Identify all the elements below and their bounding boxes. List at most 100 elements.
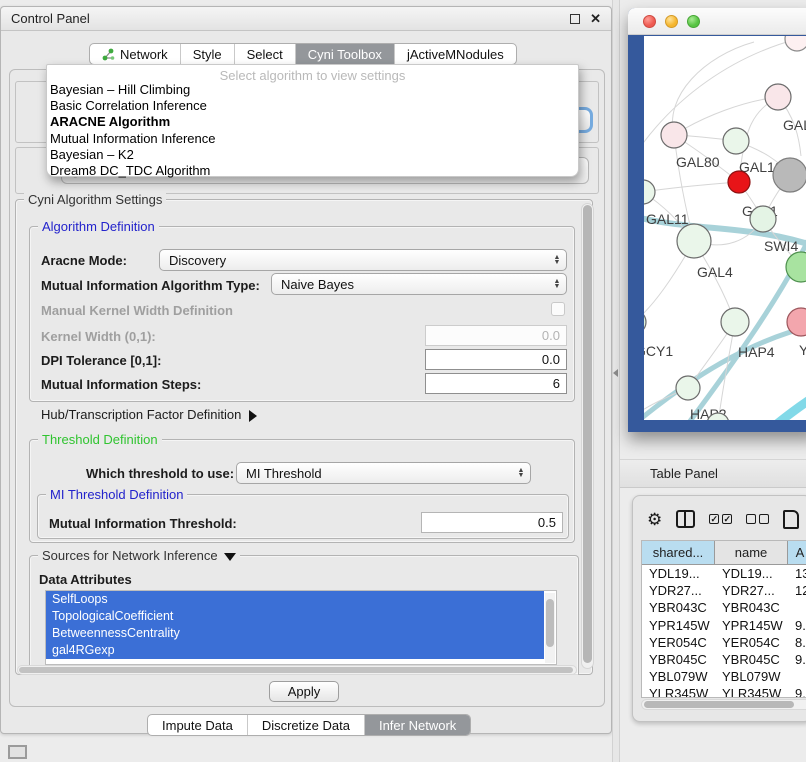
list-vertical-scrollbar[interactable] xyxy=(545,593,555,663)
attribute-item-betweennesscentrality[interactable]: BetweennessCentrality xyxy=(46,625,544,642)
columns-icon[interactable] xyxy=(676,510,695,528)
network-node-hap2[interactable] xyxy=(676,376,700,400)
sources-group-title[interactable]: Sources for Network Inference xyxy=(38,548,240,563)
attribute-item-selfloops[interactable]: SelfLoops xyxy=(46,591,544,608)
network-node-hap4[interactable] xyxy=(721,308,749,336)
combo-arrows-icon: ▲▼ xyxy=(550,279,566,289)
network-node-gal1[interactable] xyxy=(728,171,750,193)
mac-zoom-icon[interactable] xyxy=(687,15,700,28)
attribute-item-topologicalcoefficient[interactable]: TopologicalCoefficient xyxy=(46,608,544,625)
dropdown-placeholder: Select algorithm to view settings xyxy=(47,65,578,82)
manual-kernel-width-label: Manual Kernel Width Definition xyxy=(41,303,233,318)
subtab-impute-data[interactable]: Impute Data xyxy=(148,715,247,735)
gear-icon[interactable]: ⚙ xyxy=(647,511,662,528)
combo-arrows-icon: ▲▼ xyxy=(550,255,566,265)
kernel-width-field[interactable]: 0.0 xyxy=(425,325,567,346)
algorithm-definition-title: Algorithm Definition xyxy=(38,219,159,234)
table-toolbar: ⚙ ✓✓ xyxy=(639,504,806,534)
mac-close-icon[interactable] xyxy=(643,15,656,28)
network-node[interactable] xyxy=(785,36,806,51)
network-node-gal10[interactable] xyxy=(723,128,749,154)
minimized-panel-icon[interactable] xyxy=(8,745,27,759)
dropdown-item-mutual-information-inference[interactable]: Mutual Information Inference xyxy=(47,131,578,147)
tab-jactivemnodules[interactable]: jActiveMNodules xyxy=(394,44,516,64)
table-panel-title: Table Panel xyxy=(650,466,718,481)
node-label-gal11: GAL11 xyxy=(646,211,689,227)
table-row[interactable]: YPR145WYPR145W9. xyxy=(642,617,806,634)
control-panel-titlebar[interactable]: Control Panel ✕ xyxy=(1,7,611,31)
network-node-gal4[interactable] xyxy=(677,224,711,258)
dropdown-item-aracne-algorithm[interactable]: ARACNE Algorithm xyxy=(47,114,578,130)
tab-network[interactable]: Network xyxy=(90,44,180,64)
control-panel-window: Control Panel ✕ NetworkStyleSelectCyni T… xyxy=(0,6,612,734)
settings-group-title: Cyni Algorithm Settings xyxy=(24,192,166,207)
tab-cyni-toolbox[interactable]: Cyni Toolbox xyxy=(295,44,394,64)
window-title: Control Panel xyxy=(11,11,90,26)
mi-threshold-group-title: MI Threshold Definition xyxy=(46,487,187,502)
network-node[interactable] xyxy=(773,158,806,192)
subtab-discretize-data[interactable]: Discretize Data xyxy=(247,715,364,735)
dropdown-item-dream8-dc-tdc-algorithm[interactable]: Dream8 DC_TDC Algorithm xyxy=(47,163,578,179)
which-threshold-combo[interactable]: MI Threshold ▲▼ xyxy=(236,462,531,484)
network-canvas[interactable]: GAL2GAL80GAL10GAL1GAL11SWI4GAL4GCY1HAP4Y… xyxy=(644,36,806,420)
node-label-y: Y xyxy=(799,342,806,358)
data-attributes-list[interactable]: SelfLoopsTopologicalCoefficientBetweenne… xyxy=(45,590,557,665)
manual-kernel-width-checkbox[interactable] xyxy=(551,302,565,316)
divider-collapse-icon[interactable] xyxy=(613,369,618,377)
apply-button[interactable]: Apply xyxy=(269,681,339,702)
network-edge[interactable] xyxy=(674,97,778,135)
kernel-width-label: Kernel Width (0,1): xyxy=(41,329,156,344)
close-icon[interactable]: ✕ xyxy=(590,14,601,24)
table-row[interactable]: YBR043CYBR043C xyxy=(642,599,806,616)
dropdown-item-bayesian-hill-climbing[interactable]: Bayesian – Hill Climbing xyxy=(47,82,578,98)
settings-horizontal-scrollbar[interactable] xyxy=(17,665,577,675)
tab-style[interactable]: Style xyxy=(180,44,234,64)
column-header-shared[interactable]: shared... xyxy=(642,541,715,564)
table-panel-window: ⚙ ✓✓ shared...nameA YDL19...YDL19...13YD… xyxy=(632,495,806,722)
expand-right-icon xyxy=(249,410,257,422)
dpi-tolerance-field[interactable]: 0.0 xyxy=(425,349,567,370)
table-row[interactable]: YDR27...YDR27...12 xyxy=(642,582,806,599)
network-window-titlebar[interactable] xyxy=(628,8,806,35)
hub-definition-toggle[interactable]: Hub/Transcription Factor Definition xyxy=(41,407,257,422)
mi-threshold-field[interactable]: 0.5 xyxy=(421,512,563,533)
split-pane-divider[interactable] xyxy=(612,0,620,762)
network-edge[interactable] xyxy=(644,182,739,192)
table-row[interactable]: YLR345WYLR345W9. xyxy=(642,685,806,698)
network-icon xyxy=(102,48,115,61)
mi-algorithm-type-label: Mutual Information Algorithm Type: xyxy=(41,278,260,293)
select-all-columns-icon[interactable]: ✓✓ xyxy=(709,514,732,524)
network-graph: GAL2GAL80GAL10GAL1GAL11SWI4GAL4GCY1HAP4Y… xyxy=(644,36,806,420)
aracne-mode-combo[interactable]: Discovery ▲▼ xyxy=(159,249,567,271)
network-edge[interactable] xyxy=(762,392,806,420)
float-window-icon[interactable] xyxy=(570,14,580,24)
column-header-name[interactable]: name xyxy=(715,541,788,564)
mac-minimize-icon[interactable] xyxy=(665,15,678,28)
network-node-gal80[interactable] xyxy=(661,122,687,148)
table-row[interactable]: YBR045CYBR045C9. xyxy=(642,651,806,668)
mi-algorithm-type-combo[interactable]: Naive Bayes ▲▼ xyxy=(271,273,567,295)
network-edge[interactable] xyxy=(672,42,754,135)
unselect-all-columns-icon[interactable] xyxy=(746,514,769,524)
column-header-a[interactable]: A xyxy=(788,541,806,564)
table-row[interactable]: YBL079WYBL079W xyxy=(642,668,806,685)
subtab-infer-network[interactable]: Infer Network xyxy=(364,715,470,735)
node-label-gcy1: GCY1 xyxy=(644,343,673,359)
network-node-swi4[interactable] xyxy=(750,206,776,232)
network-node-gal2[interactable] xyxy=(765,84,791,110)
network-node-gcy1[interactable] xyxy=(644,310,646,334)
network-node-gal11[interactable] xyxy=(644,180,655,204)
tab-select[interactable]: Select xyxy=(234,44,295,64)
dropdown-item-bayesian-k2[interactable]: Bayesian – K2 xyxy=(47,147,578,163)
dropdown-item-basic-correlation-inference[interactable]: Basic Correlation Inference xyxy=(47,98,578,114)
settings-vertical-scrollbar[interactable] xyxy=(581,203,594,669)
node-label-swi4: SWI4 xyxy=(764,238,798,254)
node-label-hap4: HAP4 xyxy=(738,344,775,360)
node-label-gal2: GAL2 xyxy=(783,117,806,133)
table-row[interactable]: YDL19...YDL19...13 xyxy=(642,565,806,582)
table-horizontal-scrollbar[interactable] xyxy=(641,699,806,710)
mi-steps-field[interactable]: 6 xyxy=(425,373,567,394)
export-table-icon[interactable] xyxy=(783,510,799,529)
attribute-item-gal4rgexp[interactable]: gal4RGexp xyxy=(46,642,544,659)
table-row[interactable]: YER054CYER054C8. xyxy=(642,634,806,651)
